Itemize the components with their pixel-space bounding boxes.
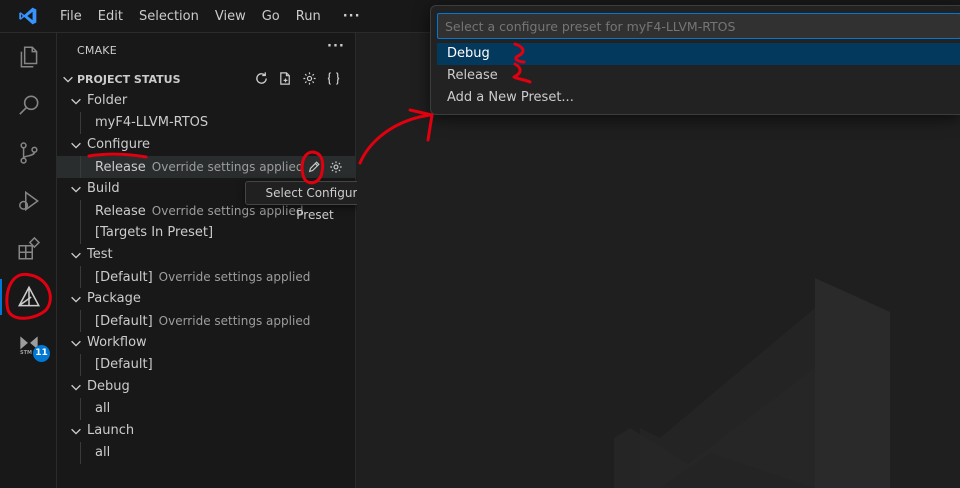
- tree-node-label: Launch: [87, 423, 135, 438]
- quick-pick-input[interactable]: [437, 13, 960, 39]
- tree-leaf-label: Release: [95, 160, 146, 175]
- source-control-icon[interactable]: [0, 129, 57, 177]
- tree-leaf-description: Override settings applied: [158, 270, 311, 284]
- quick-pick-item-release[interactable]: Release: [437, 65, 960, 87]
- tree-leaf-label: myF4-LLVM-RTOS: [95, 115, 209, 130]
- gear-icon[interactable]: [301, 70, 318, 87]
- section-actions: [253, 70, 342, 87]
- vscode-watermark-icon: [614, 278, 890, 488]
- cmake-icon[interactable]: [0, 273, 57, 321]
- stm32-icon[interactable]: STM 11: [0, 321, 57, 369]
- tree-leaf-description: Override settings applied: [151, 204, 304, 218]
- tree-leaf-folder-name[interactable]: myF4-LLVM-RTOS: [57, 112, 356, 134]
- tree-node-label: Debug: [87, 379, 130, 394]
- configure-preset-quick-pick: Debug Release Add a New Preset...: [430, 5, 960, 115]
- cmake-sidebar: CMAKE ··· PROJECT STATUS Folder myF4-LLV…: [57, 33, 356, 488]
- tree-node-workflow[interactable]: Workflow: [57, 332, 356, 354]
- row-actions: [305, 158, 345, 176]
- tree-node-label: Build: [87, 181, 120, 196]
- tree-node-label: Package: [87, 291, 141, 306]
- gear-icon[interactable]: [327, 158, 345, 176]
- tree-leaf-debug-target[interactable]: all: [57, 398, 356, 420]
- activity-bar: STM 11: [0, 33, 57, 488]
- tree-leaf-label: [Default]: [95, 357, 153, 372]
- tree-node-folder[interactable]: Folder: [57, 90, 356, 112]
- quick-pick-item-add-new-preset[interactable]: Add a New Preset...: [437, 87, 960, 109]
- chevron-down-icon: [71, 296, 81, 303]
- tree-leaf-text: [Default] Override settings applied: [95, 266, 310, 289]
- tree-leaf-label: [Targets In Preset]: [95, 225, 214, 240]
- menu-view[interactable]: View: [207, 0, 254, 33]
- notification-badge: 11: [33, 345, 50, 362]
- search-icon[interactable]: [0, 81, 57, 129]
- tree-node-test[interactable]: Test: [57, 244, 356, 266]
- tree-node-label: Workflow: [87, 335, 147, 350]
- chevron-down-icon: [71, 252, 81, 259]
- tree-leaf-label: all: [95, 445, 111, 460]
- tree-leaf-workflow-preset[interactable]: [Default]: [57, 354, 356, 376]
- chevron-down-icon: [71, 384, 81, 391]
- sidebar-more-button[interactable]: ···: [327, 39, 345, 54]
- menu-selection[interactable]: Selection: [131, 0, 207, 33]
- tree-node-label: Test: [87, 247, 113, 262]
- menu-go[interactable]: Go: [254, 0, 288, 33]
- tree-leaf-text: [Default] Override settings applied: [95, 310, 310, 333]
- menu-edit[interactable]: Edit: [90, 0, 131, 33]
- tree-leaf-description: Override settings applied: [158, 314, 311, 328]
- tree-leaf-configure-preset[interactable]: Release Override settings applied: [57, 156, 356, 178]
- new-file-icon[interactable]: [277, 70, 294, 87]
- tree-node-label: Folder: [87, 93, 128, 108]
- chevron-down-icon: [71, 142, 81, 149]
- tree-leaf-text: Release Override settings applied: [95, 156, 303, 179]
- edit-pencil-icon[interactable]: [305, 158, 323, 176]
- menu-more-button[interactable]: ···: [329, 0, 369, 33]
- vscode-logo-icon: [19, 7, 37, 25]
- explorer-icon[interactable]: [0, 33, 57, 81]
- tree-node-label: Configure: [87, 137, 151, 152]
- menu-run[interactable]: Run: [288, 0, 329, 33]
- tree-leaf-label: [Default]: [95, 314, 153, 329]
- stm-label: STM: [20, 350, 32, 356]
- quick-pick-item-debug[interactable]: Debug: [437, 43, 960, 65]
- tree-leaf-package-preset[interactable]: [Default] Override settings applied: [57, 310, 356, 332]
- chevron-down-icon: [71, 98, 81, 105]
- chevron-down-icon: [71, 340, 81, 347]
- tree-leaf-label: Release: [95, 204, 146, 219]
- menu-file[interactable]: File: [52, 0, 90, 33]
- tree-leaf-launch-target[interactable]: all: [57, 442, 356, 464]
- tree-leaf-label: [Default]: [95, 270, 153, 285]
- tree-node-package[interactable]: Package: [57, 288, 356, 310]
- tree-leaf-description: Override settings applied: [151, 160, 304, 174]
- refresh-icon[interactable]: [253, 70, 270, 87]
- chevron-down-icon: [63, 76, 73, 83]
- tree-node-debug[interactable]: Debug: [57, 376, 356, 398]
- tree-node-configure[interactable]: Configure: [57, 134, 356, 156]
- tree-leaf-label: all: [95, 401, 111, 416]
- braces-icon[interactable]: [325, 70, 342, 87]
- sidebar-title: CMAKE: [77, 44, 117, 57]
- tree-node-launch[interactable]: Launch: [57, 420, 356, 442]
- section-title: PROJECT STATUS: [77, 73, 181, 86]
- run-debug-icon[interactable]: [0, 177, 57, 225]
- chevron-down-icon: [71, 428, 81, 435]
- chevron-down-icon: [71, 186, 81, 193]
- project-status-header[interactable]: PROJECT STATUS: [57, 68, 356, 90]
- tree-leaf-test-preset[interactable]: [Default] Override settings applied: [57, 266, 356, 288]
- extensions-icon[interactable]: [0, 225, 57, 273]
